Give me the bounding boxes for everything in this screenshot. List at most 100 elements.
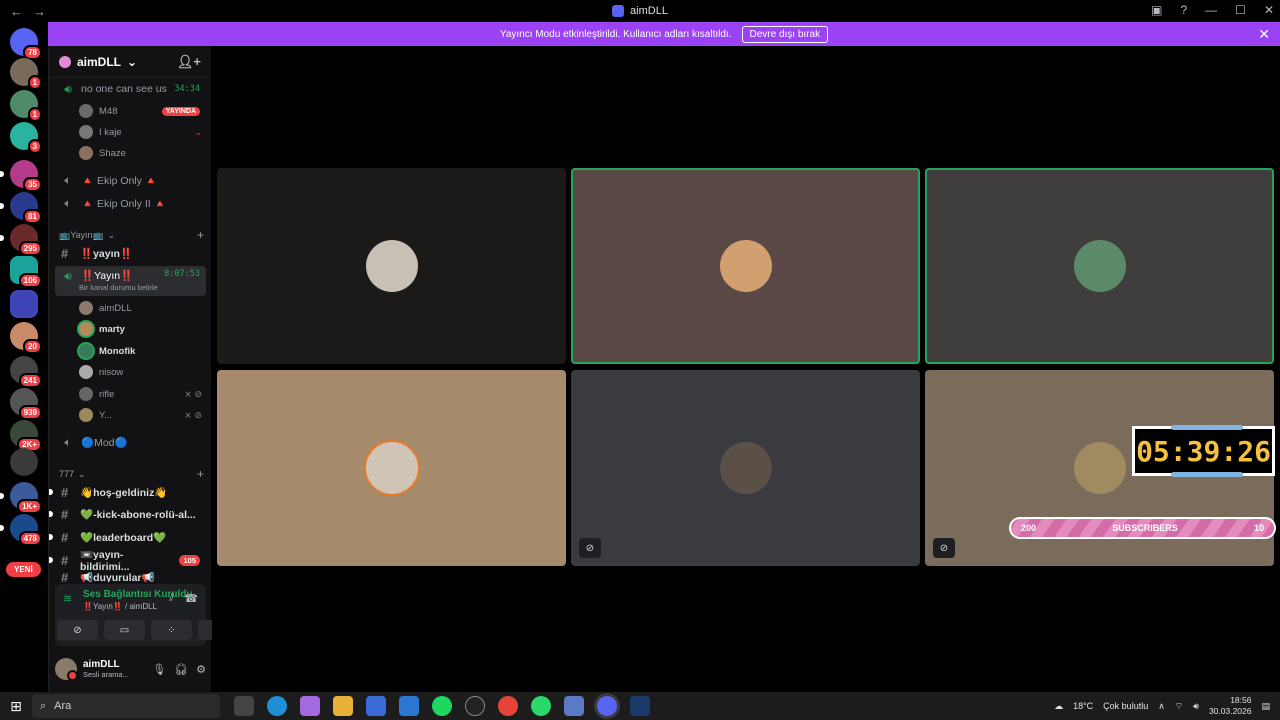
text-channel[interactable]: # 💚-kick-abone-rolü-al...: [49, 504, 206, 524]
windows-start-icon[interactable]: ⊞: [0, 698, 32, 715]
person-add-icon[interactable]: 👤︎+: [177, 54, 201, 70]
copilot-icon[interactable]: [300, 696, 320, 716]
participant-tile[interactable]: [571, 168, 920, 364]
avatar: [79, 365, 93, 379]
server-icon[interactable]: 3: [10, 122, 42, 154]
voice-user[interactable]: Shaze: [79, 143, 206, 163]
chrome-icon[interactable]: [498, 696, 518, 716]
taskbar-clock[interactable]: 18:56 30.03.2026: [1209, 695, 1252, 717]
participant-tile[interactable]: ⊘: [571, 370, 920, 566]
voice-user[interactable]: marty: [79, 319, 206, 339]
server-folder-icon[interactable]: [10, 290, 38, 318]
text-channel[interactable]: # ‼️yayın‼️: [55, 243, 206, 263]
voice-user[interactable]: rifle ⨯ ⊘: [79, 384, 206, 404]
new-unreads-pill[interactable]: YENİ: [6, 562, 41, 577]
server-icon[interactable]: 478: [0, 514, 42, 546]
stream-clock-overlay: 05:39:26: [1132, 425, 1275, 477]
activities-button[interactable]: ⁘: [151, 620, 192, 640]
server-icon[interactable]: 1: [10, 58, 42, 90]
headphones-icon[interactable]: 🎧︎: [174, 663, 188, 676]
participant-tile[interactable]: [217, 168, 566, 364]
text-channel[interactable]: # 📼yayın-bildirimi... 105: [49, 548, 206, 573]
user-info[interactable]: aimDLL Sesli arama...: [83, 659, 129, 679]
server-icon[interactable]: [10, 448, 38, 476]
noise-suppression-icon[interactable]: ⫽: [169, 592, 174, 605]
channel-name: 📼yayın-bildirimi...: [79, 548, 130, 573]
server-icon[interactable]: 20: [10, 322, 42, 354]
screen-share-button[interactable]: ▭: [104, 620, 145, 640]
add-channel-icon[interactable]: +: [197, 228, 204, 242]
speaker-muted-icon: 🔈︎: [64, 434, 72, 449]
steam-icon[interactable]: [630, 696, 650, 716]
gear-icon[interactable]: ⚙︎: [196, 663, 206, 676]
server-icon[interactable]: 2K+: [10, 420, 42, 452]
kick-icon[interactable]: [531, 696, 551, 716]
category-header[interactable]: 777 ⌄ +: [59, 467, 204, 481]
voice-channel-path[interactable]: ‼️Yayın‼️ / aimDLL: [83, 602, 157, 611]
server-icon[interactable]: 1: [10, 90, 42, 122]
help-icon[interactable]: ?: [1180, 3, 1187, 17]
weather-icon[interactable]: ☁︎: [1054, 701, 1063, 712]
participant-tile[interactable]: [925, 168, 1274, 364]
minimize-button[interactable]: —: [1205, 3, 1217, 17]
edge-icon[interactable]: [267, 696, 287, 716]
avatar: [79, 408, 93, 422]
inbox-icon[interactable]: ▣: [1151, 3, 1162, 17]
back-arrow-icon[interactable]: ←: [10, 4, 23, 19]
weather-temp[interactable]: 18°C: [1073, 701, 1093, 711]
chatgpt-icon[interactable]: [465, 696, 485, 716]
close-window-button[interactable]: ✕: [1264, 3, 1274, 17]
guild-header[interactable]: aimDLL ⌄ 👤︎+: [49, 46, 211, 78]
task-view-icon[interactable]: [234, 696, 254, 716]
avatar: [79, 322, 93, 336]
server-icon[interactable]: 35: [0, 160, 42, 192]
category-header[interactable]: 📺Yayın📺 ⌄ +: [59, 228, 204, 242]
notifications-icon[interactable]: ▤: [1261, 701, 1270, 712]
server-icon[interactable]: 81: [0, 192, 42, 224]
server-icon[interactable]: 939: [10, 388, 42, 420]
disable-streamer-mode-button[interactable]: Devre dışı bırak: [741, 25, 829, 43]
voice-user[interactable]: Y... ⨯ ⊘: [79, 405, 206, 425]
file-explorer-icon[interactable]: [333, 696, 353, 716]
spotify-icon[interactable]: [432, 696, 452, 716]
voice-user[interactable]: nisow: [79, 362, 206, 382]
direct-messages-icon[interactable]: 78: [10, 28, 42, 60]
server-icon[interactable]: 241: [10, 356, 42, 388]
channel-status[interactable]: Bir kanal durumu belirle: [79, 283, 158, 292]
network-icon[interactable]: ⌔: [1175, 701, 1183, 712]
participant-tile[interactable]: [217, 370, 566, 566]
outlook-icon[interactable]: [399, 696, 419, 716]
voice-channel[interactable]: 🔈︎ 🔺 Ekip Only 🔺: [55, 170, 206, 190]
forward-arrow-icon[interactable]: →: [33, 4, 46, 19]
server-icon[interactable]: 295: [0, 224, 42, 256]
banner-close-icon[interactable]: ✕: [1258, 26, 1270, 43]
discord-icon[interactable]: [597, 696, 617, 716]
voice-user[interactable]: I kaje ⌄: [79, 122, 206, 142]
voice-channel[interactable]: 🔈︎ 🔺 Ekip Only II 🔺: [55, 193, 206, 213]
voice-user[interactable]: Monofik: [79, 341, 206, 361]
app-icon[interactable]: [564, 696, 584, 716]
avatar[interactable]: [55, 658, 78, 681]
voice-user[interactable]: aimDLL: [79, 298, 206, 318]
volume-icon[interactable]: 🔊︎: [1193, 701, 1199, 712]
tray-overflow-icon[interactable]: ∧: [1158, 701, 1165, 712]
voice-channel[interactable]: 🔊︎ no one can see us 34:34: [55, 79, 206, 99]
signal-icon[interactable]: ≋: [63, 592, 72, 605]
disconnect-icon[interactable]: ☎︎: [184, 592, 198, 605]
text-channel[interactable]: # 💚leaderboard💚: [49, 527, 206, 547]
text-channel[interactable]: # 📢duyurular📢: [55, 572, 206, 582]
add-channel-icon[interactable]: +: [197, 467, 204, 481]
camera-off-button[interactable]: ⊘: [57, 620, 98, 640]
voice-user[interactable]: M48 YAYINDA: [79, 101, 206, 121]
live-wrap: YAYINDA: [161, 106, 206, 116]
maximize-button[interactable]: ☐: [1235, 3, 1246, 17]
voice-channel[interactable]: 🔈︎ 🔵Mod🔵: [55, 432, 206, 452]
active-voice-channel[interactable]: 🔊︎ ‼️Yayın‼️ 8:07:53 Bir kanal durumu be…: [55, 266, 206, 296]
current-server-icon[interactable]: 106: [10, 256, 42, 288]
weather-desc[interactable]: Çok bulutlu: [1103, 701, 1148, 711]
microphone-icon[interactable]: 🎙︎: [152, 663, 166, 676]
server-icon[interactable]: 1K+: [0, 482, 42, 514]
text-channel[interactable]: # 👋hoş-geldiniz👋: [49, 482, 206, 502]
taskbar-search[interactable]: ⌕ Ara: [32, 694, 220, 718]
store-icon[interactable]: [366, 696, 386, 716]
